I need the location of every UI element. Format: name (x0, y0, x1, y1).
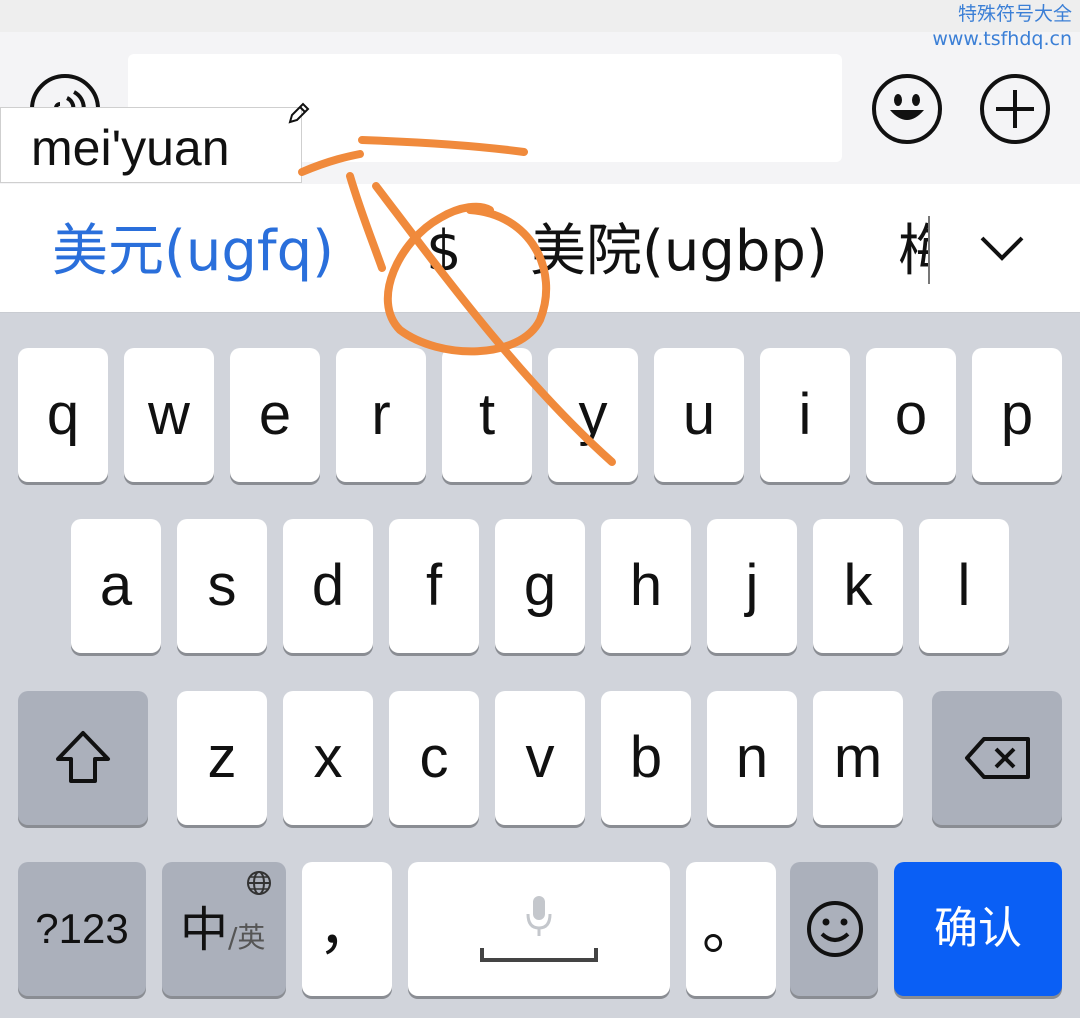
key-b[interactable]: b (601, 691, 691, 825)
key-label: v (525, 725, 555, 790)
key-p[interactable]: p (972, 348, 1062, 482)
key-u[interactable]: u (654, 348, 744, 482)
screen: 特殊符号大全 www.tsfhdq.cn mei'yuan 美元(ugfq) $… (0, 0, 1080, 1018)
microphone-icon (526, 896, 552, 936)
candidate-2[interactable]: $ (426, 220, 462, 284)
key-label: g (523, 553, 557, 618)
smiley-icon (807, 901, 863, 957)
key-c[interactable]: c (389, 691, 479, 825)
comma-key[interactable]: ， (302, 862, 392, 996)
backspace-icon (965, 737, 1030, 779)
key-a[interactable]: a (71, 519, 161, 653)
key-label: x (313, 725, 343, 790)
key-label: o (894, 382, 928, 447)
key-q[interactable]: q (18, 348, 108, 482)
candidate-bar: 美元(ugfq) $ 美院(ugbp) 梅 (0, 184, 1080, 313)
lang-main-label: 中 (180, 902, 229, 958)
confirm-key[interactable]: 确认 (894, 862, 1062, 996)
key-label: 确认 (934, 903, 1022, 954)
watermark-url: www.tsfhdq.cn (932, 28, 1072, 50)
key-label: c (419, 725, 449, 790)
space-bar-icon (480, 948, 598, 962)
key-j[interactable]: j (707, 519, 797, 653)
key-y[interactable]: y (548, 348, 638, 482)
top-strip (0, 0, 1080, 33)
candidate-4[interactable]: 梅 (898, 220, 928, 284)
key-label: r (371, 382, 391, 447)
key-k[interactable]: k (813, 519, 903, 653)
language-switch-key[interactable]: 中 /英 (162, 862, 286, 996)
key-label: q (46, 382, 80, 447)
key-label: m (833, 725, 883, 790)
key-label: e (258, 382, 292, 447)
candidate-1[interactable]: 美元(ugfq) (52, 220, 334, 284)
shift-icon (56, 731, 110, 783)
numbers-key[interactable]: ?123 (18, 862, 146, 996)
key-label: h (629, 553, 663, 618)
period-key[interactable]: 。 (686, 862, 776, 996)
candidate-divider (928, 216, 930, 284)
emoji-button[interactable] (872, 74, 942, 144)
key-label: d (311, 553, 345, 618)
key-m[interactable]: m (813, 691, 903, 825)
key-label: p (1000, 382, 1034, 447)
key-label: a (99, 553, 133, 618)
key-l[interactable]: l (919, 519, 1009, 653)
key-s[interactable]: s (177, 519, 267, 653)
key-g[interactable]: g (495, 519, 585, 653)
key-label: j (745, 553, 759, 618)
watermark: 特殊符号大全 www.tsfhdq.cn (932, 2, 1072, 52)
key-d[interactable]: d (283, 519, 373, 653)
key-e[interactable]: e (230, 348, 320, 482)
candidate-3[interactable]: 美院(ugbp) (530, 220, 828, 284)
space-key[interactable] (408, 862, 670, 996)
emoji-key[interactable] (790, 862, 878, 996)
plus-icon (996, 90, 1034, 128)
watermark-title: 特殊符号大全 (957, 3, 1072, 25)
key-w[interactable]: w (124, 348, 214, 482)
chevron-down-icon[interactable] (978, 228, 1026, 268)
key-x[interactable]: x (283, 691, 373, 825)
key-label: w (148, 382, 190, 447)
key-t[interactable]: t (442, 348, 532, 482)
backspace-key[interactable] (932, 691, 1062, 825)
key-h[interactable]: h (601, 519, 691, 653)
key-v[interactable]: v (495, 691, 585, 825)
key-label: l (957, 553, 971, 618)
key-i[interactable]: i (760, 348, 850, 482)
key-n[interactable]: n (707, 691, 797, 825)
globe-icon (247, 871, 271, 895)
key-f[interactable]: f (389, 519, 479, 653)
key-label: y (578, 382, 608, 447)
key-label: t (478, 382, 496, 447)
pencil-icon[interactable] (286, 100, 312, 126)
lang-sub-label: /英 (228, 921, 266, 954)
key-label: i (798, 382, 812, 447)
key-label: k (843, 553, 873, 618)
more-button[interactable] (980, 74, 1050, 144)
key-label: n (735, 725, 769, 790)
key-label: u (682, 382, 716, 447)
key-label: 。 (701, 896, 760, 961)
key-r[interactable]: r (336, 348, 426, 482)
emoji-icon (890, 94, 924, 120)
key-label: ， (317, 896, 376, 961)
key-label: z (207, 725, 237, 790)
key-label: s (207, 553, 237, 618)
candidate-4-clip: 梅 (898, 220, 928, 284)
key-z[interactable]: z (177, 691, 267, 825)
key-o[interactable]: o (866, 348, 956, 482)
key-label: ?123 (35, 905, 129, 952)
pinyin-composition: mei'yuan (0, 107, 302, 183)
shift-key[interactable] (18, 691, 148, 825)
pinyin-text: mei'yuan (31, 120, 230, 176)
key-label: f (425, 553, 443, 618)
key-label: b (629, 725, 663, 790)
